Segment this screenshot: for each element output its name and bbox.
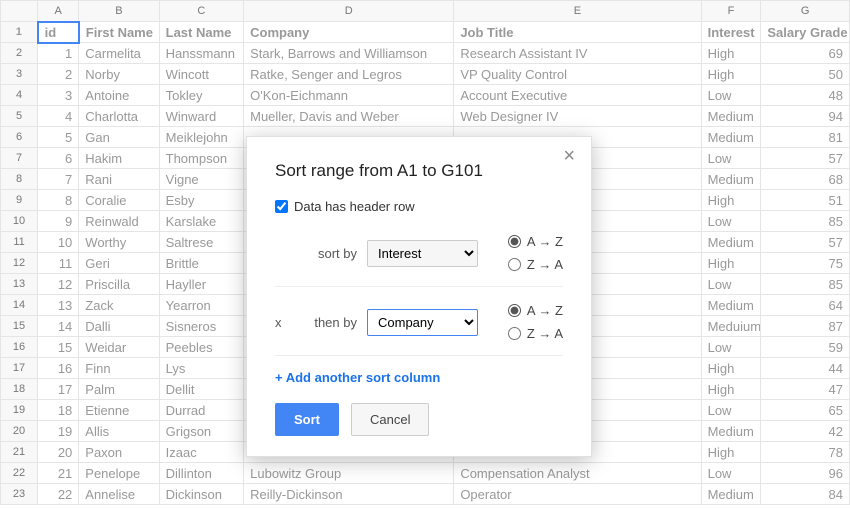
sort-criterion-2: x then by idFirst NameLast NameCompanyJo… (275, 297, 563, 356)
sort-criterion-1: sort by idFirst NameLast NameCompanyJob … (275, 228, 563, 287)
sort-by-label: sort by (295, 246, 357, 261)
header-row-checkbox-label: Data has header row (294, 199, 415, 214)
add-sort-column-link[interactable]: + Add another sort column (275, 370, 440, 385)
sort-button[interactable]: Sort (275, 403, 339, 436)
dialog-title: Sort range from A1 to G101 (275, 161, 563, 181)
sort-desc-radio-1[interactable] (508, 258, 521, 271)
close-icon[interactable]: × (557, 145, 581, 167)
sort-desc-2[interactable]: Z → A (508, 326, 563, 341)
sort-asc-2[interactable]: A → Z (508, 303, 563, 318)
sort-range-dialog: × Sort range from A1 to G101 Data has he… (246, 136, 592, 457)
sort-asc-1[interactable]: A → Z (508, 234, 563, 249)
sort-asc-radio-1[interactable] (508, 235, 521, 248)
sort-desc-1[interactable]: Z → A (508, 257, 563, 272)
sort-column-select-1[interactable]: idFirst NameLast NameCompanyJob TitleInt… (367, 240, 478, 267)
sort-desc-radio-2[interactable] (508, 327, 521, 340)
sort-column-select-2[interactable]: idFirst NameLast NameCompanyJob TitleInt… (367, 309, 478, 336)
cancel-button[interactable]: Cancel (351, 403, 429, 436)
header-row-checkbox[interactable] (275, 200, 288, 213)
remove-criterion-icon[interactable]: x (275, 315, 285, 330)
then-by-label: then by (295, 315, 357, 330)
dialog-backdrop: × Sort range from A1 to G101 Data has he… (0, 0, 850, 509)
sort-asc-radio-2[interactable] (508, 304, 521, 317)
